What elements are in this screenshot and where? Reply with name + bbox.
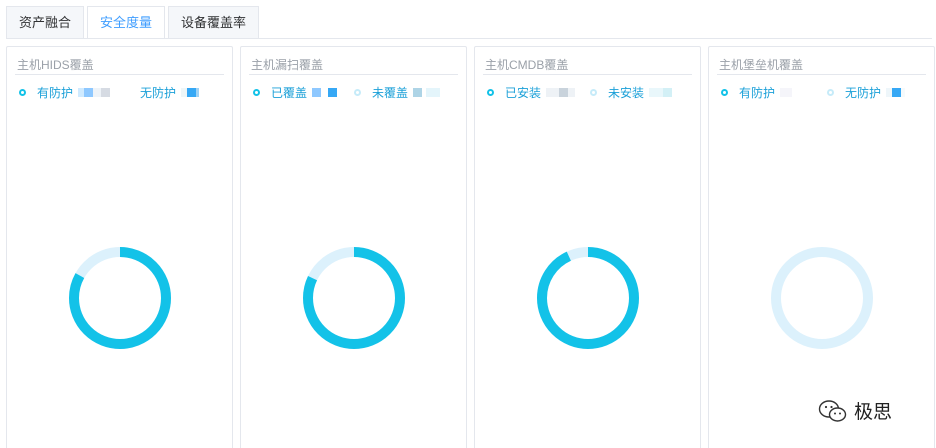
redacted-blur-icon [78,87,111,97]
wechat-icon [818,399,847,422]
card-cmdb-coverage: 主机CMDB覆盖 已安装 未安装 [474,46,701,448]
redacted-blur-icon [649,87,673,97]
redacted-blur-icon [413,87,441,97]
redacted-blur-icon [181,87,200,97]
card-title: 主机漏扫覆盖 [251,58,324,72]
legend-item-unprotected[interactable]: 无防护 [827,84,906,100]
legend-dot-icon [253,88,260,96]
donut-track [771,247,873,349]
redacted-blur-icon [780,87,793,97]
redacted-blur-icon [312,87,338,97]
tab-asset-fusion[interactable]: 资产融合 [6,6,85,38]
tab-bar: 资产融合 安全度量 设备覆盖率 [6,6,262,39]
legend-dot-icon [354,88,361,96]
tab-bar-divider [6,38,932,39]
coverage-cards: 主机HIDS覆盖 有防护 无防护 主机漏扫覆盖 已覆盖 未覆盖 主机CMDB覆盖… [6,46,935,448]
card-divider [717,74,926,75]
legend-item-protected[interactable]: 有防护 [19,84,111,100]
hids-coverage-donut [69,247,171,349]
card-title: 主机HIDS覆盖 [17,58,94,72]
legend-item-covered[interactable]: 已覆盖 [253,84,338,100]
legend-item-not-covered[interactable]: 未覆盖 [354,84,441,100]
legend-dot-icon [122,88,129,96]
legend-label: 有防护 [739,85,776,100]
legend-item-installed[interactable]: 已安装 [487,84,576,100]
watermark-text: 极思 [854,401,893,423]
tab-security-metrics[interactable]: 安全度量 [87,6,166,39]
redacted-blur-icon [886,87,906,97]
legend-dot-icon [487,88,494,96]
legend-label: 无防护 [845,85,882,100]
legend-item-protected[interactable]: 有防护 [721,84,793,100]
legend-label: 已安装 [505,85,542,100]
legend-dot-icon [19,88,26,96]
legend-dot-icon [721,88,728,96]
bastion-coverage-donut [771,247,873,349]
vuln-scan-coverage-donut [303,247,405,349]
watermark: 极思 [818,397,892,424]
legend-dot-icon [827,88,834,96]
legend-label: 已覆盖 [271,85,308,100]
card-bastion-coverage: 主机堡垒机覆盖 有防护 无防护 [708,46,935,448]
legend-item-not-installed[interactable]: 未安装 [590,84,673,100]
redacted-blur-icon [546,87,576,97]
card-divider [483,74,692,75]
legend-label: 未安装 [608,85,645,100]
card-divider [249,74,458,75]
donut-covered-arc [537,247,639,349]
legend-dot-icon [590,88,597,96]
legend-label: 未覆盖 [372,85,409,100]
cmdb-coverage-donut [537,247,639,349]
legend-label: 有防护 [37,85,74,100]
card-hids-coverage: 主机HIDS覆盖 有防护 无防护 [6,46,233,448]
tab-device-coverage[interactable]: 设备覆盖率 [168,6,260,38]
legend-item-unprotected[interactable]: 无防护 [122,84,200,100]
card-title: 主机堡垒机覆盖 [719,58,804,72]
card-vuln-scan-coverage: 主机漏扫覆盖 已覆盖 未覆盖 [240,46,467,448]
card-divider [15,74,224,75]
card-title: 主机CMDB覆盖 [485,58,569,72]
legend-label: 无防护 [140,85,177,100]
